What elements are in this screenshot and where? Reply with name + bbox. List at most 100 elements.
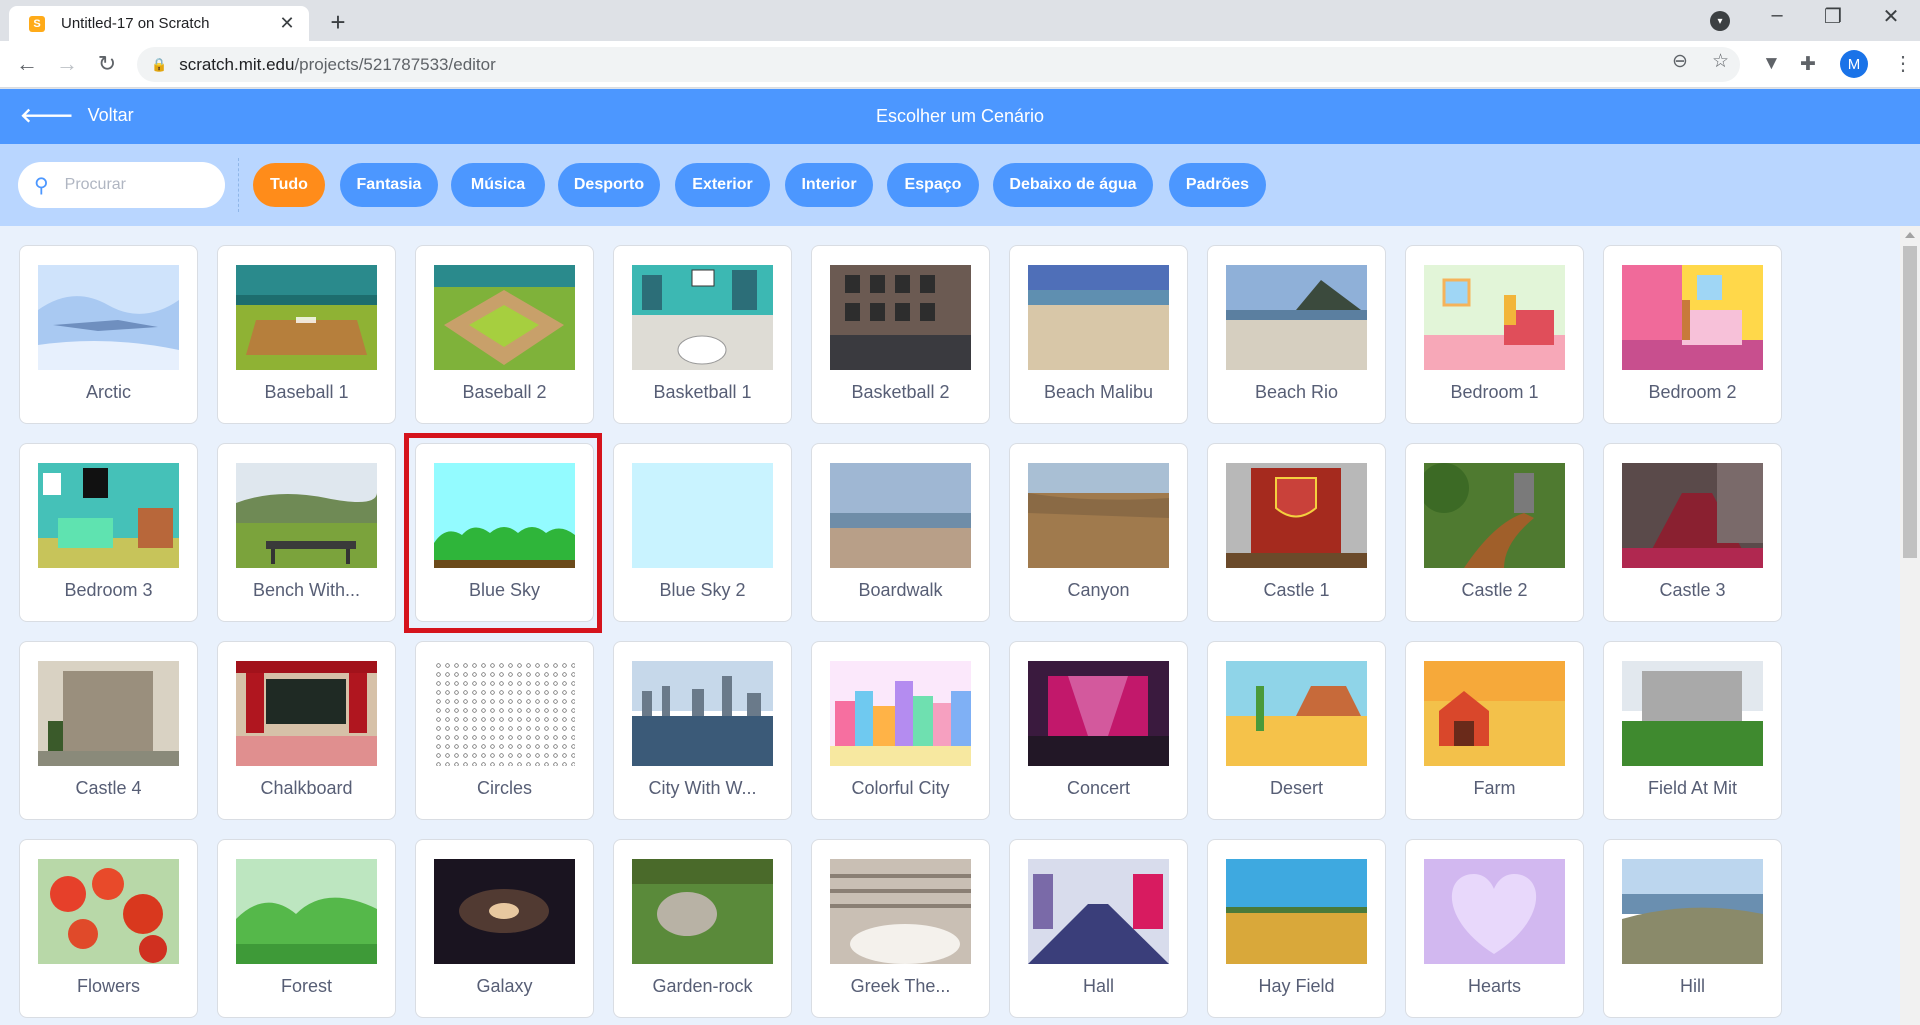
- library-header: 🡐 Voltar Escolher um Cenário: [0, 89, 1920, 144]
- backdrop-card[interactable]: Chalkboard: [217, 641, 396, 820]
- bedroom-thumbnail: [1424, 265, 1565, 370]
- backdrop-name: Chalkboard: [260, 778, 353, 798]
- backdrop-card[interactable]: Arctic: [19, 245, 198, 424]
- new-tab-icon[interactable]: +: [324, 7, 352, 38]
- backdrop-card[interactable]: Bench With...: [217, 443, 396, 622]
- filter-debaixo-de-agua[interactable]: Debaixo de água: [993, 163, 1153, 207]
- backdrop-card[interactable]: Hearts: [1405, 839, 1584, 1018]
- backdrop-name: Flowers: [76, 976, 140, 996]
- backdrop-name: Hay Field: [1258, 976, 1335, 996]
- backdrop-grid: Arctic Baseball 1 Baseball 2 Basketball …: [0, 226, 1900, 1025]
- flowers-thumbnail: [38, 859, 179, 964]
- blue-sky-thumbnail: [632, 463, 773, 568]
- filter-espaco[interactable]: Espaço: [887, 163, 979, 207]
- filter-fantasia[interactable]: Fantasia: [340, 163, 438, 207]
- bedroom-thumbnail: [38, 463, 179, 568]
- backdrop-card[interactable]: Boardwalk: [811, 443, 990, 622]
- backdrop-card[interactable]: Forest: [217, 839, 396, 1018]
- backdrop-card[interactable]: Canyon: [1009, 443, 1188, 622]
- profile-avatar[interactable]: M: [1840, 50, 1868, 78]
- extensions-puzzle-icon[interactable]: ✚: [1800, 53, 1816, 76]
- forward-arrow-icon[interactable]: →: [54, 51, 80, 77]
- backdrop-card[interactable]: Blue Sky 2: [613, 443, 792, 622]
- backdrop-card[interactable]: Castle 3: [1603, 443, 1782, 622]
- backdrop-card[interactable]: Castle 4: [19, 641, 198, 820]
- baseball-field-thumbnail: [434, 265, 575, 370]
- backdrop-card[interactable]: Basketball 1: [613, 245, 792, 424]
- window-close-icon[interactable]: ✕: [1876, 4, 1906, 29]
- search-box[interactable]: ⚲: [18, 162, 225, 208]
- star-bookmark-icon[interactable]: ☆: [1712, 50, 1729, 73]
- browser-tab[interactable]: S Untitled-17 on Scratch ✕: [9, 6, 309, 41]
- backdrop-card[interactable]: Greek The...: [811, 839, 990, 1018]
- backdrop-card[interactable]: Bedroom 2: [1603, 245, 1782, 424]
- backdrop-name: Blue Sky 2: [659, 580, 746, 600]
- backdrop-card[interactable]: Castle 2: [1405, 443, 1584, 622]
- url-path: /projects/521787533/editor: [294, 54, 496, 74]
- backdrop-card[interactable]: Flowers: [19, 839, 198, 1018]
- filter-musica[interactable]: Música: [451, 163, 545, 207]
- backdrop-card[interactable]: Hill: [1603, 839, 1782, 1018]
- address-bar[interactable]: 🔒 scratch.mit.edu/projects/521787533/edi…: [137, 47, 1740, 82]
- url-host: scratch.mit.edu: [179, 54, 295, 74]
- backdrop-card[interactable]: Circles: [415, 641, 594, 820]
- backdrop-card[interactable]: Farm: [1405, 641, 1584, 820]
- close-tab-icon[interactable]: ✕: [277, 13, 297, 34]
- backdrop-card[interactable]: Colorful City: [811, 641, 990, 820]
- backdrop-name: Galaxy: [476, 976, 533, 996]
- grid-scrollbar[interactable]: [1900, 226, 1920, 1025]
- backdrop-name: Basketball 2: [851, 382, 950, 402]
- browser-tab-strip: S Untitled-17 on Scratch ✕ + ▾ – ❐ ✕: [0, 0, 1920, 41]
- minimize-icon[interactable]: –: [1762, 4, 1792, 27]
- filter-desporto[interactable]: Desporto: [558, 163, 660, 207]
- field-thumbnail: [1226, 859, 1367, 964]
- backdrop-name: Hill: [1680, 976, 1705, 996]
- backdrop-card[interactable]: Beach Rio: [1207, 245, 1386, 424]
- tab-search-icon[interactable]: ▾: [1710, 11, 1730, 31]
- backdrop-name: Castle 3: [1659, 580, 1726, 600]
- beach-thumbnail: [1226, 265, 1367, 370]
- filter-interior[interactable]: Interior: [785, 163, 873, 207]
- backdrop-card[interactable]: Baseball 2: [415, 245, 594, 424]
- reload-icon[interactable]: ↻: [94, 51, 120, 77]
- scroll-up-icon[interactable]: [1905, 232, 1915, 238]
- stage-thumbnail: [1028, 661, 1169, 766]
- backdrop-name: Baseball 2: [462, 382, 547, 402]
- backdrop-card[interactable]: Hall: [1009, 839, 1188, 1018]
- canyon-thumbnail: [1028, 463, 1169, 568]
- lock-icon[interactable]: 🔒: [151, 57, 167, 73]
- backdrop-card[interactable]: Field At Mit: [1603, 641, 1782, 820]
- backdrop-card[interactable]: Beach Malibu: [1009, 245, 1188, 424]
- backdrop-card[interactable]: Hay Field: [1207, 839, 1386, 1018]
- search-input[interactable]: [64, 176, 185, 194]
- building-thumbnail: [830, 265, 971, 370]
- tab-title: Untitled-17 on Scratch: [61, 15, 210, 32]
- url-text: scratch.mit.edu/projects/521787533/edito…: [179, 55, 496, 75]
- zoom-icon[interactable]: ⊖: [1672, 50, 1688, 73]
- back-arrow-icon[interactable]: ←: [14, 51, 40, 77]
- backdrop-card[interactable]: City With W...: [613, 641, 792, 820]
- backdrop-name: Bedroom 3: [64, 580, 153, 600]
- filter-padroes[interactable]: Padrões: [1169, 163, 1266, 207]
- backdrop-card[interactable]: Desert: [1207, 641, 1386, 820]
- backdrop-card[interactable]: Garden-rock: [613, 839, 792, 1018]
- backdrop-card[interactable]: Concert: [1009, 641, 1188, 820]
- filter-exterior[interactable]: Exterior: [675, 163, 770, 207]
- filter-bar: ⚲ Tudo Fantasia Música Desporto Exterior…: [0, 144, 1920, 226]
- backdrop-card[interactable]: Bedroom 3: [19, 443, 198, 622]
- backdrop-card[interactable]: Castle 1: [1207, 443, 1386, 622]
- scrollbar-thumb[interactable]: [1903, 246, 1917, 558]
- backdrop-card[interactable]: Basketball 2: [811, 245, 990, 424]
- library-title: Escolher um Cenário: [875, 106, 1045, 126]
- backdrop-name: Baseball 1: [264, 382, 349, 402]
- restore-icon[interactable]: ❐: [1818, 4, 1848, 29]
- building-thumbnail: [1622, 661, 1763, 766]
- menu-kebab-icon[interactable]: ⋮: [1893, 51, 1913, 76]
- backdrop-card[interactable]: Galaxy: [415, 839, 594, 1018]
- filter-tudo[interactable]: Tudo: [253, 163, 325, 207]
- backdrop-card[interactable]: Baseball 1: [217, 245, 396, 424]
- castle-thumbnail: [1424, 463, 1565, 568]
- extension-shield-icon[interactable]: ▼: [1762, 53, 1781, 75]
- backdrop-name: Hall: [1082, 976, 1114, 996]
- backdrop-card[interactable]: Bedroom 1: [1405, 245, 1584, 424]
